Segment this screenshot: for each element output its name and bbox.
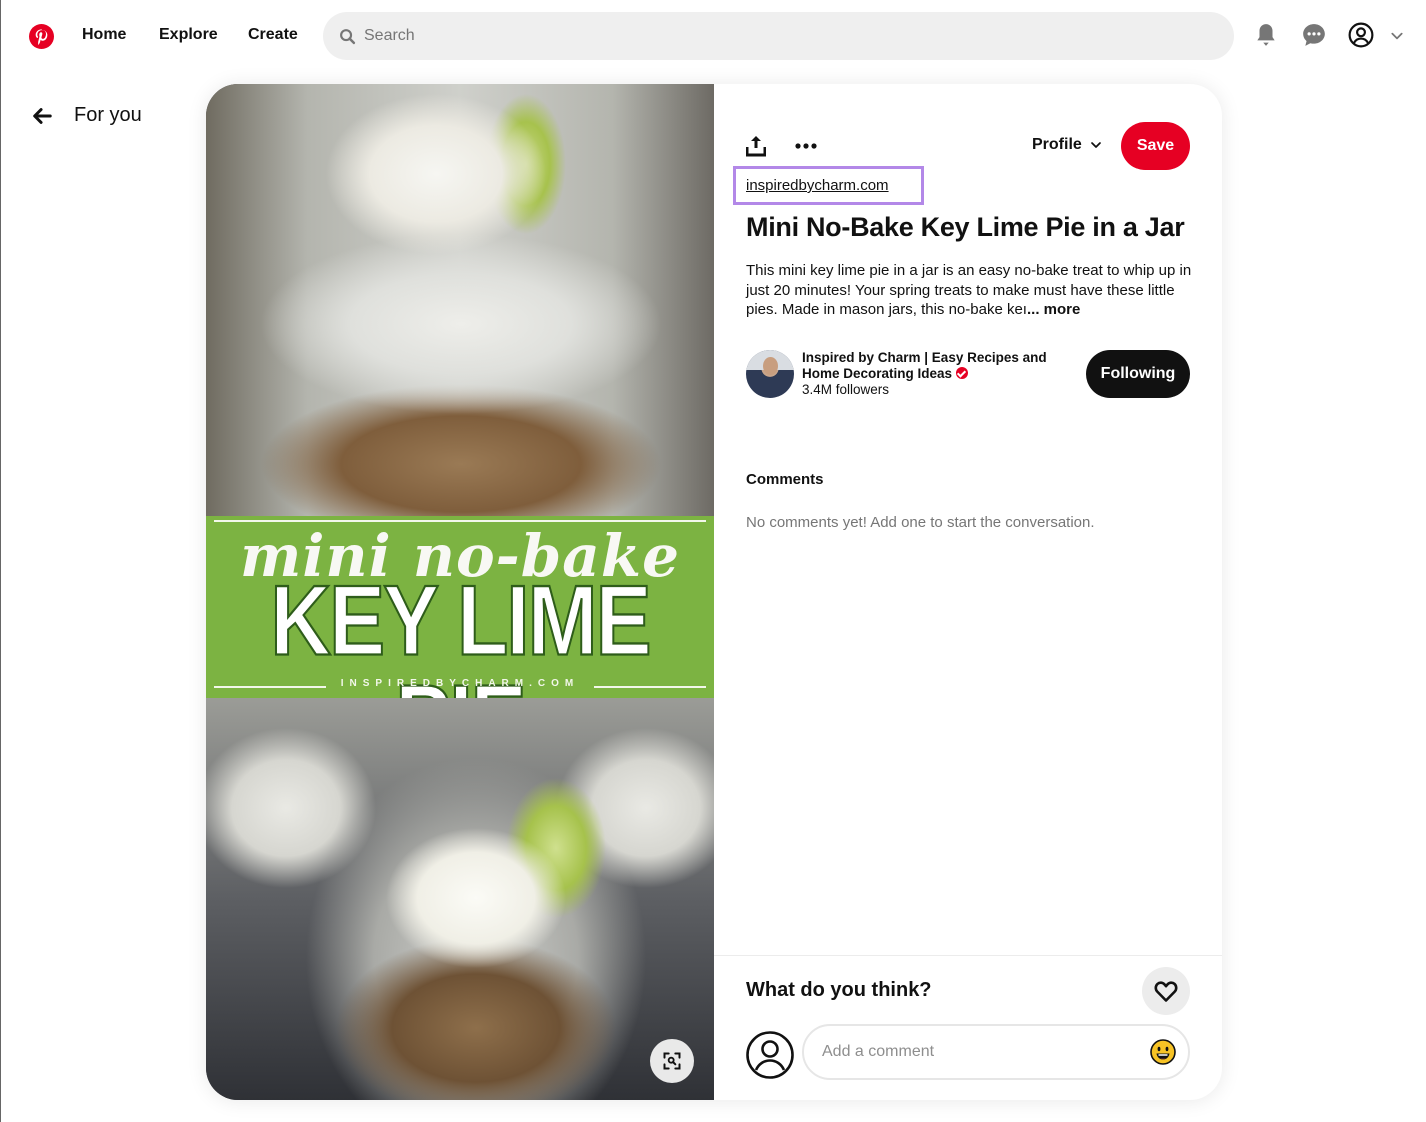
- search-input[interactable]: [364, 27, 1184, 45]
- following-button[interactable]: Following: [1086, 350, 1190, 398]
- pin-description-text: This mini key lime pie in a jar is an ea…: [746, 262, 1192, 318]
- pin-image[interactable]: mini no-bake KEY LIME PIE INSPIREDBYCHAR…: [206, 84, 714, 1100]
- comment-input[interactable]: [822, 1043, 1142, 1061]
- chevron-down-icon: [1090, 142, 1101, 148]
- description-more-link[interactable]: ... more: [1027, 301, 1080, 318]
- creator-name-text: Inspired by Charm | Easy Recipes and Hom…: [802, 350, 1047, 381]
- heart-icon: [1154, 981, 1178, 1002]
- pin-image-top-photo: [206, 84, 714, 516]
- nav-create[interactable]: Create: [248, 26, 298, 44]
- verified-badge-icon: [955, 367, 968, 379]
- visual-search-button[interactable]: [650, 1039, 694, 1083]
- account-icon[interactable]: [1348, 22, 1374, 48]
- source-link[interactable]: inspiredbycharm.com: [746, 177, 889, 194]
- top-nav-bar: Home Explore Create: [1, 0, 1426, 72]
- no-comments-message: No comments yet! Add one to start the co…: [746, 514, 1095, 531]
- search-icon: [340, 28, 356, 44]
- emoji-icon[interactable]: [1150, 1039, 1176, 1065]
- pinterest-logo-icon[interactable]: [29, 24, 54, 49]
- comment-box[interactable]: [802, 1024, 1190, 1080]
- pin-image-bottom-photo: [206, 698, 714, 1100]
- pin-image-title-band: mini no-bake KEY LIME PIE INSPIREDBYCHAR…: [206, 516, 714, 770]
- more-options-icon[interactable]: [794, 140, 818, 152]
- arrow-left-icon: [33, 107, 52, 124]
- search-bar[interactable]: [323, 12, 1234, 60]
- bell-icon[interactable]: [1253, 22, 1279, 48]
- pin-card: mini no-bake KEY LIME PIE INSPIREDBYCHAR…: [206, 84, 1222, 1100]
- pin-description: This mini key lime pie in a jar is an ea…: [746, 261, 1192, 320]
- comments-heading: Comments: [746, 471, 824, 488]
- react-button[interactable]: [1142, 967, 1190, 1015]
- back-label: For you: [74, 104, 142, 126]
- creator-followers: 3.4M followers: [802, 382, 890, 397]
- creator-avatar[interactable]: [746, 350, 794, 398]
- nav-home[interactable]: Home: [82, 26, 126, 44]
- back-button[interactable]: For you: [31, 104, 142, 127]
- lens-search-icon: [663, 1052, 681, 1070]
- nav-explore[interactable]: Explore: [159, 26, 218, 44]
- creator-name[interactable]: Inspired by Charm | Easy Recipes and Hom…: [802, 350, 1062, 382]
- feedback-prompt: What do you think?: [746, 979, 932, 1001]
- divider: [714, 955, 1222, 956]
- profile-dropdown-label: Profile: [1032, 136, 1082, 153]
- user-avatar-icon: [746, 1031, 794, 1079]
- band-site-text: INSPIREDBYCHARM.COM: [340, 678, 580, 689]
- save-button[interactable]: Save: [1121, 122, 1190, 170]
- pin-details-panel: Profile Save inspiredbycharm.com Mini No…: [714, 84, 1222, 1100]
- board-profile-dropdown[interactable]: Profile: [1032, 136, 1102, 154]
- chat-icon[interactable]: [1301, 22, 1327, 48]
- chevron-down-icon[interactable]: [1390, 29, 1404, 43]
- share-icon[interactable]: [746, 135, 766, 157]
- pin-title: Mini No-Bake Key Lime Pie in a Jar: [746, 212, 1185, 242]
